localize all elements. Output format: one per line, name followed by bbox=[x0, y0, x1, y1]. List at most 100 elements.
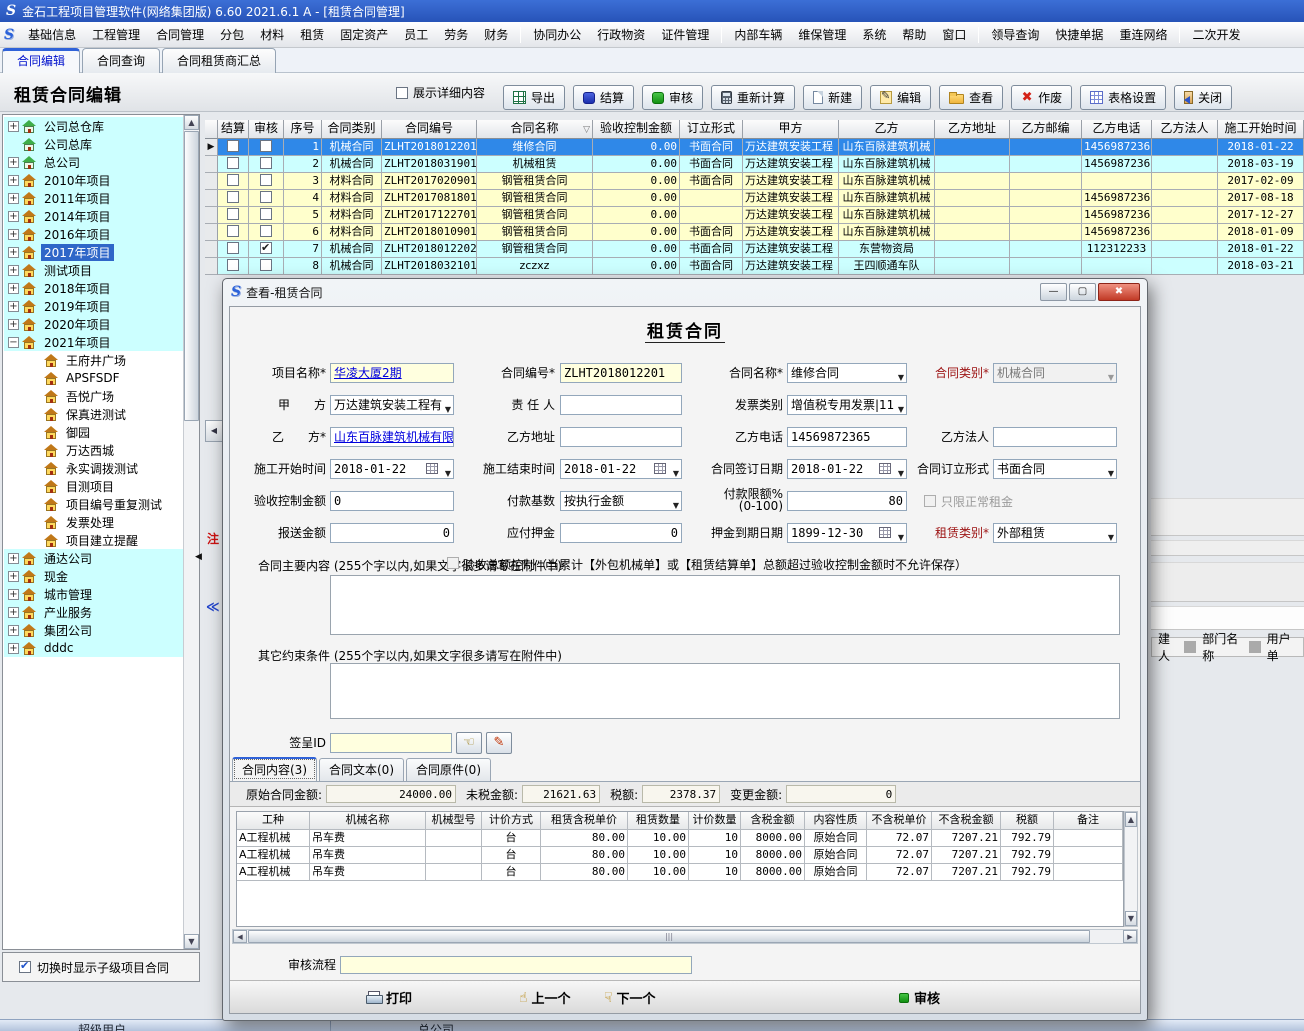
sidebar-item[interactable]: 王府井广场 bbox=[4, 351, 183, 369]
sidebar-item[interactable]: 项目建立提醒 bbox=[4, 531, 183, 549]
toolbar-button[interactable]: 导出 bbox=[503, 85, 565, 110]
expand-toggle-icon[interactable]: + bbox=[8, 175, 19, 186]
normal_rent_only-checkbox[interactable] bbox=[924, 495, 936, 507]
items-column-header[interactable]: 含税金额 bbox=[741, 812, 805, 830]
expand-toggle-icon[interactable]: + bbox=[8, 265, 19, 276]
expand-toggle-icon[interactable]: − bbox=[8, 337, 19, 348]
sidebar-item[interactable]: 公司总库 bbox=[4, 135, 183, 153]
other-terms-textarea[interactable] bbox=[330, 663, 1120, 719]
sign-id-pick-button[interactable]: ☜ bbox=[456, 732, 482, 754]
expand-toggle-icon[interactable]: + bbox=[8, 643, 19, 654]
menu-item[interactable]: 材料 bbox=[252, 23, 292, 46]
expand-toggle-icon[interactable]: + bbox=[8, 157, 19, 168]
settle-checkbox[interactable] bbox=[227, 208, 239, 220]
menu-item[interactable]: 固定资产 bbox=[332, 23, 396, 46]
expand-toggle-icon[interactable]: + bbox=[8, 625, 19, 636]
items-column-header[interactable]: 计价数量 bbox=[689, 812, 741, 830]
sidebar-item[interactable]: 目测项目 bbox=[4, 477, 183, 495]
items-column-header[interactable]: 机械型号 bbox=[426, 812, 482, 830]
sign-id-field[interactable] bbox=[330, 733, 452, 753]
party_b-field[interactable]: 山东百脉建筑机械有限 bbox=[330, 427, 454, 447]
party_b_addr-field[interactable] bbox=[560, 427, 682, 447]
calendar-icon[interactable] bbox=[879, 463, 891, 474]
responsible-field[interactable] bbox=[560, 395, 682, 415]
collapse-left-button[interactable]: ◀ bbox=[205, 420, 223, 442]
chevron-down-icon[interactable]: ▼ bbox=[1108, 529, 1114, 543]
items-column-header[interactable]: 租赁数量 bbox=[628, 812, 689, 830]
chevron-down-icon[interactable]: ▼ bbox=[898, 401, 904, 415]
sidebar-item[interactable]: +城市管理 bbox=[4, 585, 183, 603]
horizontal-scrollbar[interactable]: ◀ ||| ▶ bbox=[232, 929, 1138, 944]
chevron-down-icon[interactable]: ▼ bbox=[1108, 465, 1114, 479]
tab[interactable]: 合同租赁商汇总 bbox=[162, 48, 276, 73]
table-row[interactable]: 4材料合同ZLHT2017081801钢管租赁合同0.00万达建筑安装工程山东百… bbox=[205, 190, 1304, 207]
deposit_due-field[interactable]: 1899-12-30▼ bbox=[787, 523, 907, 543]
maximize-button[interactable]: ▢ bbox=[1069, 283, 1096, 301]
items-row[interactable]: A工程机械吊车费台80.0010.00108000.00原始合同72.07720… bbox=[237, 847, 1123, 864]
items-table-scrollbar[interactable]: ▲ ▼ bbox=[1124, 811, 1138, 927]
column-header-11[interactable]: 乙方地址 bbox=[935, 120, 1010, 139]
expand-toggle-icon[interactable]: + bbox=[8, 589, 19, 600]
audit-checkbox[interactable] bbox=[260, 259, 272, 271]
dialog-button-1[interactable]: 打印 bbox=[360, 987, 418, 1008]
sidebar-item[interactable]: +总公司 bbox=[4, 153, 183, 171]
menu-item[interactable]: 员工 bbox=[396, 23, 436, 46]
menu-item[interactable]: 窗口 bbox=[934, 23, 974, 46]
chevron-down-icon[interactable]: ▼ bbox=[445, 401, 451, 415]
sidebar-item[interactable]: 永实调拨测试 bbox=[4, 459, 183, 477]
sidebar-item[interactable]: +现金 bbox=[4, 567, 183, 585]
sidebar-item[interactable]: +集团公司 bbox=[4, 621, 183, 639]
tab[interactable]: 合同编辑 bbox=[2, 48, 80, 73]
table-row[interactable]: 3材料合同ZLHT2017020901钢管租赁合同0.00书面合同万达建筑安装工… bbox=[205, 173, 1304, 190]
scroll-down-icon[interactable]: ▼ bbox=[184, 934, 199, 949]
party_a-field[interactable]: 万达建筑安装工程有▼ bbox=[330, 395, 454, 415]
menu-item[interactable]: 基础信息 bbox=[20, 23, 84, 46]
expand-toggle-icon[interactable]: + bbox=[8, 553, 19, 564]
sidebar-item[interactable]: +2016年项目 bbox=[4, 225, 183, 243]
menu-item[interactable]: 行政物资 bbox=[589, 23, 653, 46]
scroll-up-icon[interactable]: ▲ bbox=[1125, 812, 1137, 827]
lease_type-field[interactable]: 外部租赁▼ bbox=[993, 523, 1117, 543]
sidebar-item[interactable]: 保真进测试 bbox=[4, 405, 183, 423]
table-row[interactable]: 2机械合同ZLHT2018031901机械租赁0.00书面合同万达建筑安装工程山… bbox=[205, 156, 1304, 173]
chevron-down-icon[interactable]: ▼ bbox=[445, 465, 451, 479]
toolbar-button[interactable]: 表格设置 bbox=[1080, 85, 1166, 110]
column-header-4[interactable]: 合同类别 bbox=[322, 120, 382, 139]
settle-checkbox[interactable] bbox=[227, 242, 239, 254]
table-row[interactable]: 8机械合同ZLHT2018032101zczxz0.00书面合同万达建筑安装工程… bbox=[205, 258, 1304, 275]
column-header-1[interactable]: 结算 bbox=[218, 120, 249, 139]
contract_category-field[interactable]: 机械合同▼ bbox=[993, 363, 1117, 383]
audit-checkbox[interactable] bbox=[260, 242, 272, 254]
items-column-header[interactable]: 工种 bbox=[237, 812, 310, 830]
items-row[interactable]: A工程机械吊车费台80.0010.00108000.00原始合同72.07720… bbox=[237, 864, 1123, 881]
chevron-down-icon[interactable]: ▼ bbox=[673, 497, 679, 511]
items-column-header[interactable]: 机械名称 bbox=[310, 812, 426, 830]
settle-checkbox[interactable] bbox=[227, 225, 239, 237]
project_name-field[interactable]: 华凌大厦2期 bbox=[330, 363, 454, 383]
settle-checkbox[interactable] bbox=[227, 259, 239, 271]
audit-checkbox[interactable] bbox=[260, 225, 272, 237]
expand-toggle-icon[interactable]: + bbox=[8, 319, 19, 330]
dialog-button-4[interactable]: 审核 bbox=[893, 987, 946, 1008]
menu-item[interactable]: 工程管理 bbox=[84, 23, 148, 46]
column-header-2[interactable]: 审核 bbox=[249, 120, 284, 139]
scroll-down-icon[interactable]: ▼ bbox=[1125, 911, 1137, 926]
calendar-icon[interactable] bbox=[654, 463, 666, 474]
column-header-7[interactable]: 验收控制金额 bbox=[593, 120, 680, 139]
expand-toggle-icon[interactable]: + bbox=[8, 283, 19, 294]
items-column-header[interactable]: 计价方式 bbox=[482, 812, 541, 830]
table-row[interactable]: 5材料合同ZLHT2017122701钢管租赁合同0.00万达建筑安装工程山东百… bbox=[205, 207, 1304, 224]
menu-item[interactable]: 领导查询 bbox=[983, 23, 1047, 46]
table-row[interactable]: 7机械合同ZLHT2018012202钢管租赁合同0.00书面合同万达建筑安装工… bbox=[205, 241, 1304, 258]
tab[interactable]: 合同查询 bbox=[82, 48, 160, 73]
sidebar-item[interactable]: +2020年项目 bbox=[4, 315, 183, 333]
sign_date-field[interactable]: 2018-01-22▼ bbox=[787, 459, 907, 479]
column-header-6[interactable]: 合同名称▽ bbox=[477, 120, 593, 139]
start_date-field[interactable]: 2018-01-22▼ bbox=[330, 459, 454, 479]
subproject-toggle-checkbox[interactable] bbox=[19, 961, 31, 973]
column-header-8[interactable]: 订立形式 bbox=[680, 120, 743, 139]
show-detail-checkbox[interactable] bbox=[396, 87, 408, 99]
table-row[interactable]: ▶1机械合同ZLHT2018012201维修合同0.00书面合同万达建筑安装工程… bbox=[205, 139, 1304, 156]
deposit-field[interactable]: 0 bbox=[560, 523, 682, 543]
audit-checkbox[interactable] bbox=[260, 208, 272, 220]
